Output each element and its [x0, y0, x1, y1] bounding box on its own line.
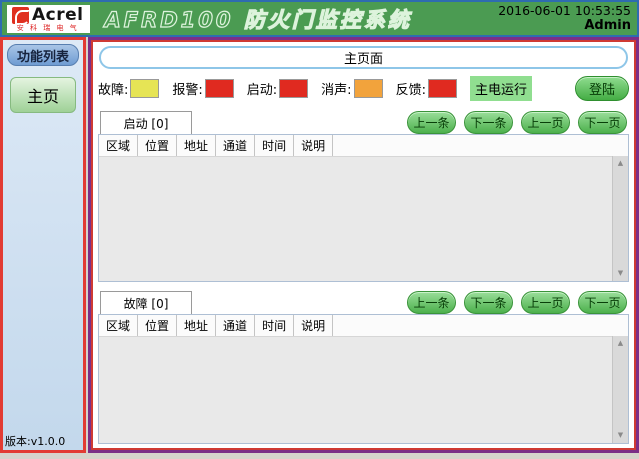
start-section-head: 启动 [0] 上一条 下一条 上一页 下一页: [98, 110, 629, 134]
fault-events-table: 区域 位置 地址 通道 时间 说明 ▲ ▼: [98, 314, 629, 444]
col-description: 说明: [294, 315, 333, 336]
sidebar-title: 功能列表: [7, 44, 79, 66]
sidebar-item-home[interactable]: 主页: [10, 77, 76, 113]
tab-start-events[interactable]: 启动 [0]: [100, 111, 192, 134]
status-indicator-fault: 故障:: [98, 79, 159, 98]
scroll-down-icon[interactable]: ▼: [618, 266, 623, 281]
fault-table-header: 区域 位置 地址 通道 时间 说明: [99, 315, 628, 337]
col-area: 区域: [99, 315, 138, 336]
start-events-table: 区域 位置 地址 通道 时间 说明 ▲ ▼: [98, 134, 629, 282]
status-indicator-feedback: 反馈:: [396, 79, 457, 98]
next-page-button-2[interactable]: 下一页: [578, 291, 627, 314]
prev-page-button-2[interactable]: 上一页: [521, 291, 570, 314]
col-channel: 通道: [216, 135, 255, 156]
login-button[interactable]: 登陆: [575, 76, 629, 101]
alarm-color-swatch: [205, 79, 234, 98]
col-description: 说明: [294, 135, 333, 156]
sidebar: 功能列表 主页 版本:v1.0.0: [0, 37, 86, 453]
scroll-down-icon[interactable]: ▼: [618, 428, 623, 443]
scroll-up-icon[interactable]: ▲: [618, 336, 623, 351]
col-time: 时间: [255, 315, 294, 336]
next-item-button-2[interactable]: 下一条: [464, 291, 513, 314]
status-indicator-mute: 消声:: [321, 79, 382, 98]
col-address: 地址: [177, 135, 216, 156]
col-channel: 通道: [216, 315, 255, 336]
col-time: 时间: [255, 135, 294, 156]
tab-fault-events[interactable]: 故障 [0]: [100, 291, 192, 314]
version-label: 版本:v1.0.0: [3, 433, 67, 450]
body-row: 功能列表 主页 版本:v1.0.0 主页面 故障: 报警: 启动:: [0, 37, 639, 453]
col-address: 地址: [177, 315, 216, 336]
header-info: 2016-06-01 10:53:55 Admin: [498, 3, 631, 35]
next-item-button[interactable]: 下一条: [464, 111, 513, 134]
start-table-header: 区域 位置 地址 通道 时间 说明: [99, 135, 628, 157]
feedback-color-swatch: [428, 79, 457, 98]
app-window: Acrel 安 科 瑞 电 气 AFRD100 防火门监控系统 2016-06-…: [0, 0, 639, 459]
acrel-logo-icon: [12, 7, 29, 24]
fault-table-scrollbar[interactable]: ▲ ▼: [612, 336, 628, 443]
next-page-button[interactable]: 下一页: [578, 111, 627, 134]
fault-events-section: 故障 [0] 上一条 下一条 上一页 下一页 区域 位置 地址 通道 时间 说明: [98, 282, 629, 444]
logo-brand-text: Acrel: [32, 7, 83, 24]
col-position: 位置: [138, 315, 177, 336]
start-color-swatch: [279, 79, 308, 98]
prev-page-button[interactable]: 上一页: [521, 111, 570, 134]
col-position: 位置: [138, 135, 177, 156]
current-user-label: Admin: [498, 18, 631, 34]
status-indicator-alarm: 报警:: [172, 79, 233, 98]
page-title: 主页面: [99, 46, 628, 69]
header-bar: Acrel 安 科 瑞 电 气 AFRD100 防火门监控系统 2016-06-…: [0, 0, 639, 37]
fault-color-swatch: [130, 79, 159, 98]
status-indicator-start: 启动:: [247, 79, 308, 98]
start-table-body: [99, 157, 628, 281]
app-title: AFRD100 防火门监控系统: [104, 4, 498, 34]
main-panel: 主页面 故障: 报警: 启动: 消声:: [88, 37, 639, 453]
main-power-status-badge: 主电运行: [470, 76, 532, 101]
start-table-scrollbar[interactable]: ▲ ▼: [612, 156, 628, 281]
datetime-label: 2016-06-01 10:53:55: [498, 3, 631, 19]
prev-item-button-2[interactable]: 上一条: [407, 291, 456, 314]
mute-color-swatch: [354, 79, 383, 98]
logo-subtitle: 安 科 瑞 电 气: [12, 25, 83, 32]
start-events-section: 启动 [0] 上一条 下一条 上一页 下一页 区域 位置 地址 通道 时间 说明: [98, 102, 629, 282]
prev-item-button[interactable]: 上一条: [407, 111, 456, 134]
col-area: 区域: [99, 135, 138, 156]
fault-table-body: [99, 337, 628, 443]
fault-section-head: 故障 [0] 上一条 下一条 上一页 下一页: [98, 290, 629, 314]
acrel-logo: Acrel 安 科 瑞 电 气: [7, 5, 90, 33]
status-row: 故障: 报警: 启动: 消声: 反馈:: [98, 74, 629, 102]
scroll-up-icon[interactable]: ▲: [618, 156, 623, 171]
